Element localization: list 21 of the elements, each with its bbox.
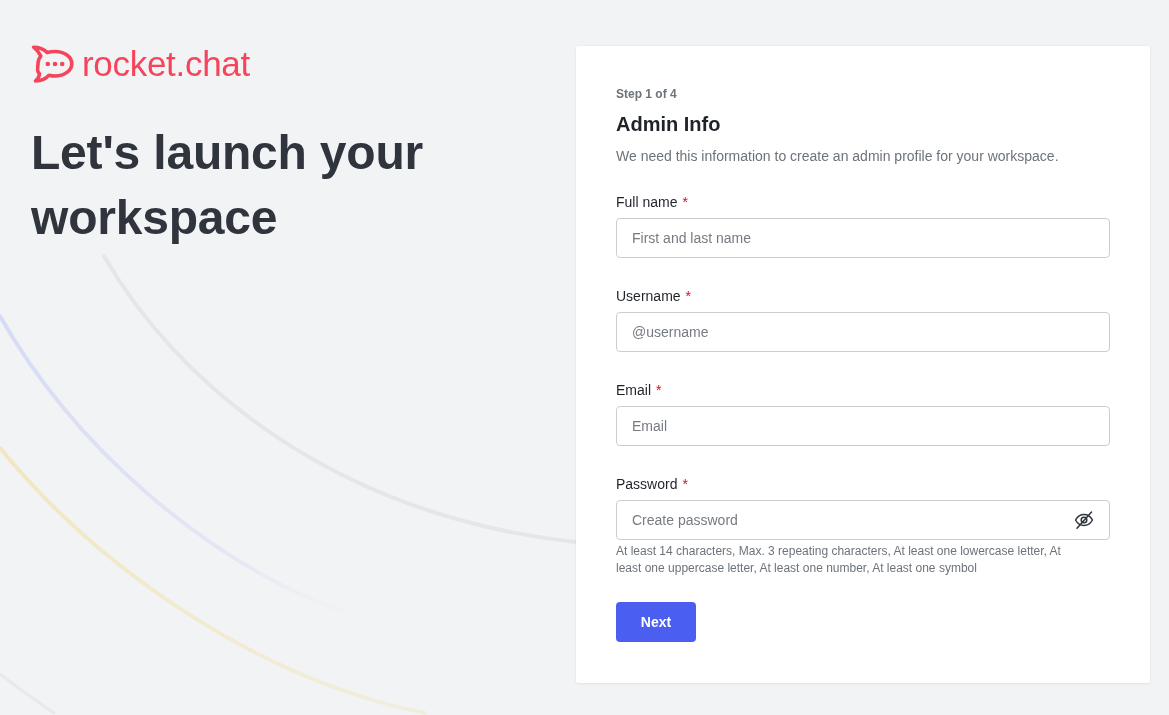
brand-name: rocket.chat [82, 45, 250, 83]
input-field[interactable]: @username [616, 312, 1110, 352]
step-indicator: Step 1 of 4 [616, 86, 678, 102]
field-label: Email [616, 381, 651, 400]
field-label: Password [616, 475, 678, 494]
form-description: We need this information to create an admin profile for your workspace. [616, 147, 1060, 166]
field-label: Full name [616, 193, 678, 212]
field-label: Username [616, 287, 681, 306]
required-asterisk: * [682, 475, 688, 494]
required-asterisk: * [656, 381, 662, 400]
next-button[interactable]: Next [616, 602, 696, 642]
form-title: Admin Info [616, 112, 722, 137]
input-field[interactable]: Email [616, 406, 1110, 446]
input-field[interactable]: Create password [616, 500, 1110, 540]
password-hint: At least 14 characters, Max. 3 repeating characters, At least one lowercase letter, At least one uppercase letter, At least one number, At least one symbol [616, 543, 1062, 577]
eye-slash-icon[interactable] [1074, 510, 1094, 530]
required-asterisk: * [682, 193, 688, 212]
required-asterisk: * [685, 287, 692, 306]
headline: Let's launch your workspace [31, 125, 425, 246]
logo-icon [31, 45, 74, 83]
input-field[interactable]: First and last name [616, 218, 1110, 258]
